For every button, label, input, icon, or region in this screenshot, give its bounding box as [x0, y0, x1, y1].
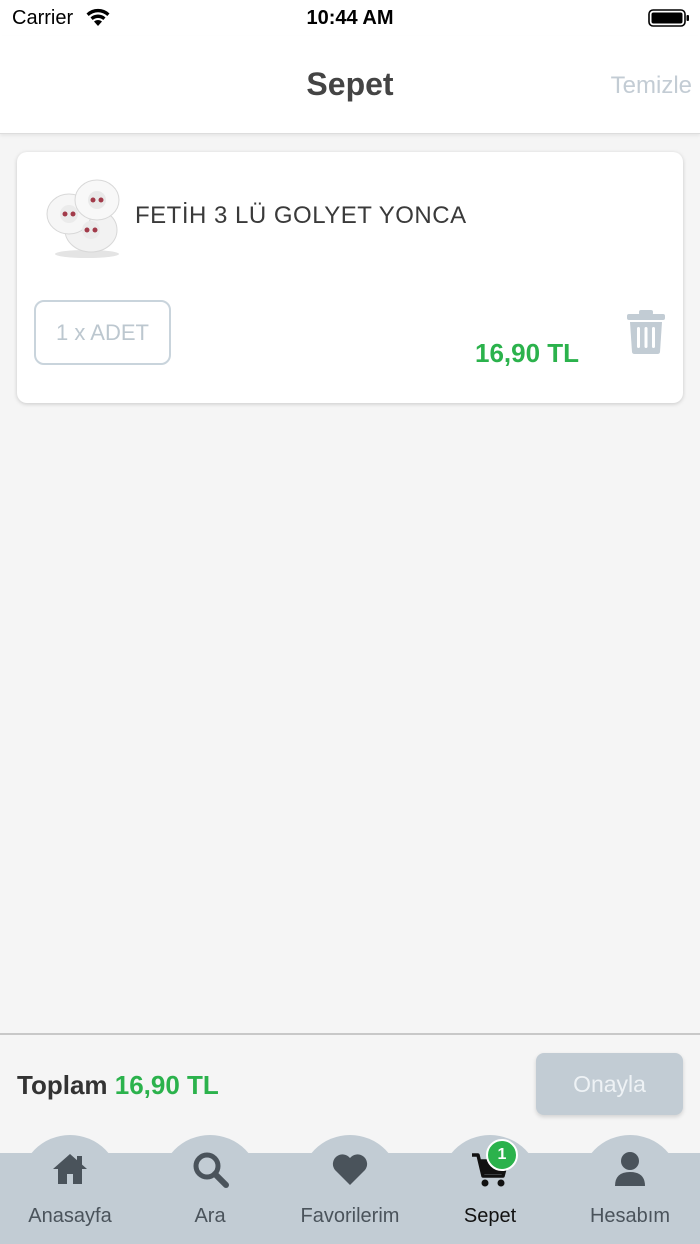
tab-ara[interactable]: Ara — [140, 1135, 280, 1244]
search-icon — [193, 1152, 229, 1188]
product-name: FETİH 3 LÜ GOLYET YONCA — [135, 202, 467, 229]
user-icon — [615, 1152, 645, 1186]
tab-label: Favorilerim — [300, 1205, 400, 1227]
tab-bar: Anasayfa Ara Favorilerim 1 Sepet Hesabım — [0, 1135, 700, 1244]
page-title: Sepet — [306, 66, 394, 102]
heart-icon — [332, 1154, 368, 1185]
clear-cart-button[interactable]: Temizle — [611, 72, 692, 100]
tab-sepet[interactable]: 1 Sepet — [420, 1135, 560, 1244]
status-bar: Carrier 10:44 AM — [0, 0, 700, 36]
total-row: Toplam 16,90 TL — [17, 1070, 219, 1101]
tab-favorilerim[interactable]: Favorilerim — [280, 1135, 420, 1244]
battery-icon — [648, 9, 689, 27]
home-icon — [53, 1154, 87, 1184]
cart-item-card: FETİH 3 LÜ GOLYET YONCA 1 x ADET 16,90 T… — [17, 152, 683, 403]
trash-icon[interactable] — [626, 309, 666, 355]
tab-label: Anasayfa — [28, 1205, 112, 1227]
tab-label: Ara — [194, 1205, 226, 1227]
tab-label: Hesabım — [589, 1205, 671, 1227]
confirm-button[interactable]: Onayla — [536, 1053, 683, 1115]
tab-label: Sepet — [463, 1205, 517, 1227]
item-price: 16,90 TL — [475, 338, 580, 368]
tab-anasayfa[interactable]: Anasayfa — [0, 1135, 140, 1244]
tab-hesabim[interactable]: Hesabım — [560, 1135, 700, 1244]
product-image — [46, 179, 120, 258]
nav-header: Sepet Temizle — [0, 36, 700, 134]
total-value: 16,90 TL — [114, 1070, 219, 1100]
clock-label: 10:44 AM — [306, 7, 394, 29]
quantity-selector[interactable]: 1 x ADET — [34, 300, 171, 365]
cart-badge: 1 — [486, 1139, 518, 1171]
total-label: Toplam — [17, 1070, 108, 1100]
